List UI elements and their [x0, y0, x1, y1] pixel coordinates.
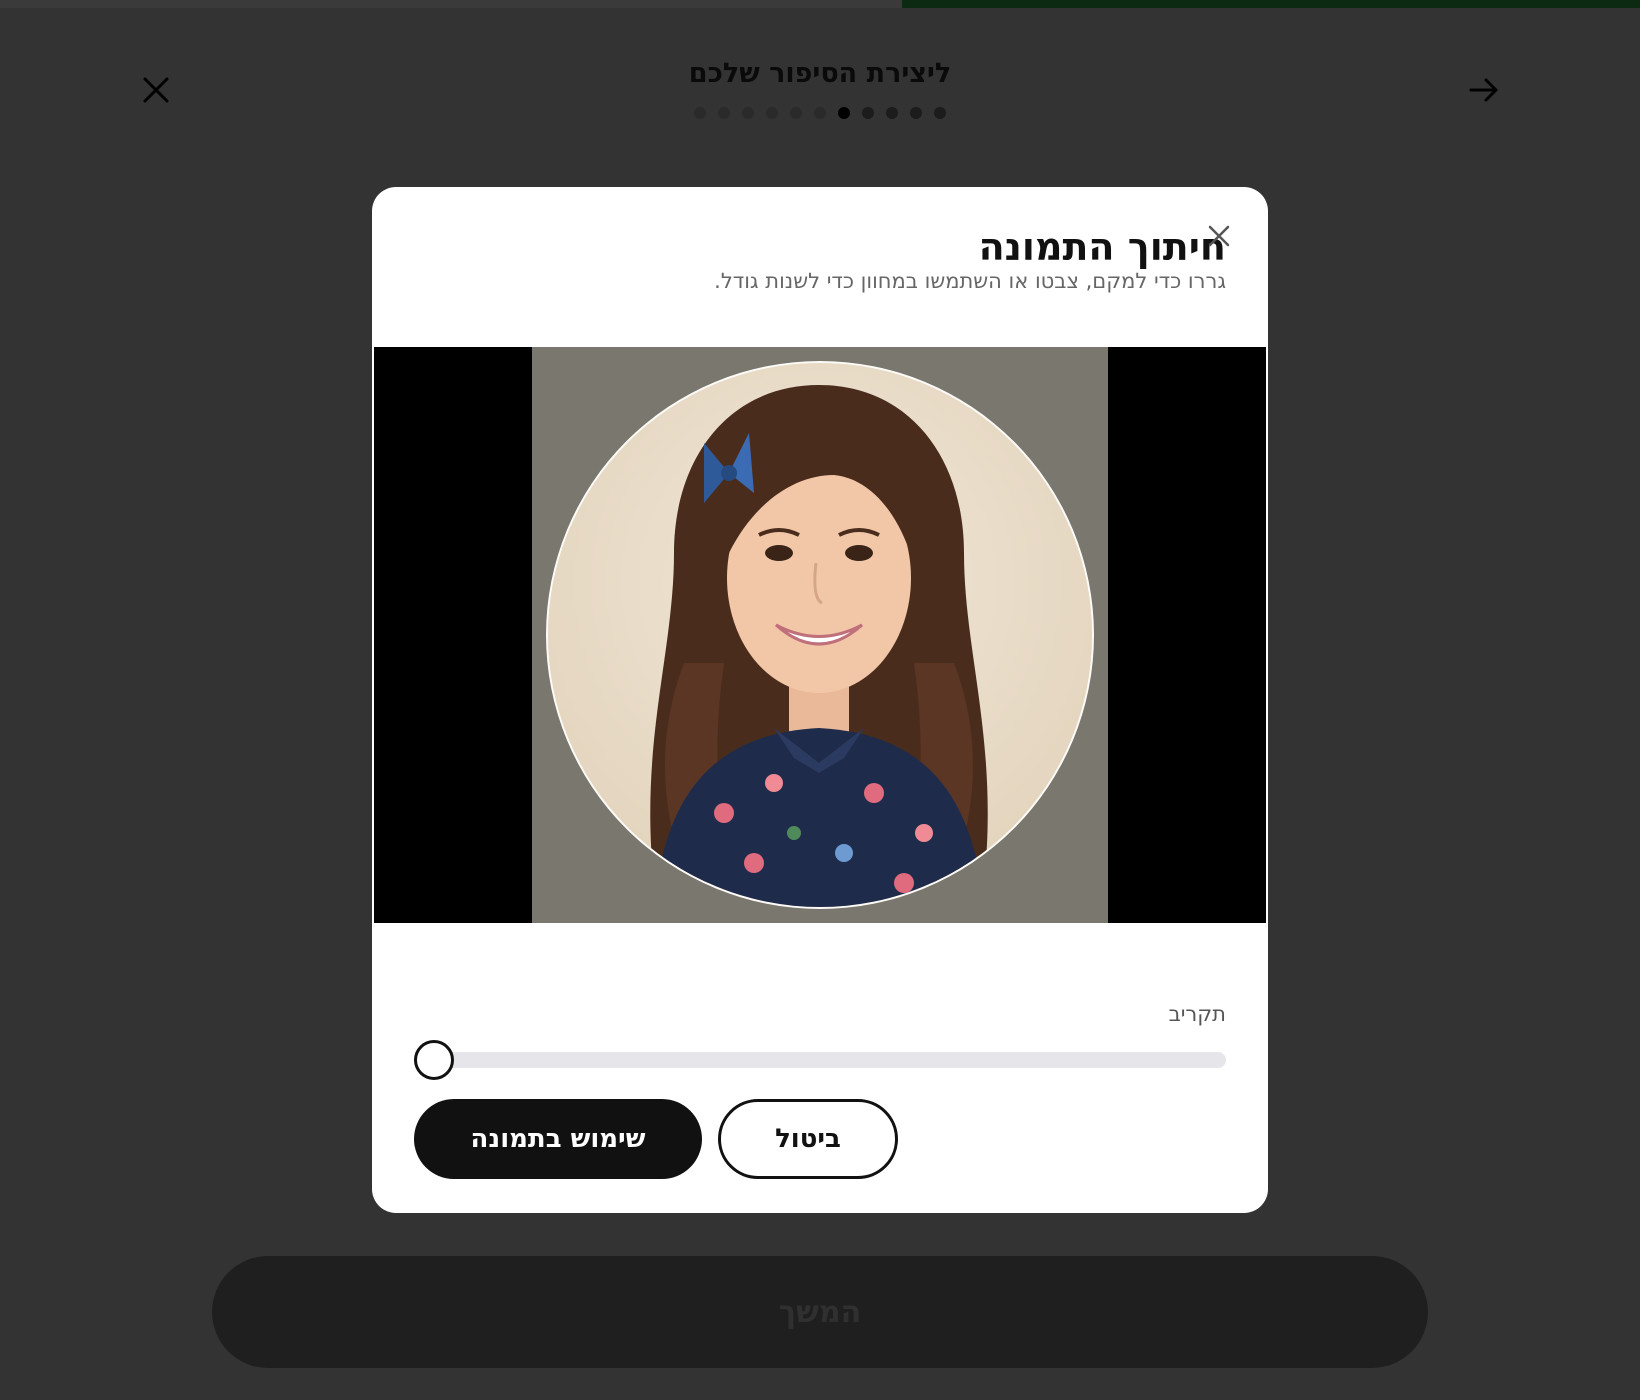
- portrait-image: [548, 363, 1092, 907]
- zoom-slider[interactable]: [414, 1040, 1226, 1080]
- step-dot: [862, 107, 874, 119]
- zoom-label: תקריב: [1168, 1002, 1226, 1026]
- dialog-subtitle: גררו כדי למקם, צבטו או השתמשו במחוון כדי…: [714, 269, 1226, 293]
- step-dot: [934, 107, 946, 119]
- step-dot: [766, 107, 778, 119]
- step-dot: [694, 107, 706, 119]
- step-dot: [838, 107, 850, 119]
- cancel-button[interactable]: ביטול: [718, 1099, 898, 1179]
- progress-bar: [0, 0, 1640, 8]
- profile-photo[interactable]: [532, 347, 1108, 923]
- arrow-right-icon[interactable]: [1464, 70, 1504, 110]
- step-indicator: [0, 107, 1640, 119]
- crop-circle[interactable]: [546, 361, 1094, 909]
- crop-area[interactable]: [374, 347, 1266, 923]
- use-photo-button[interactable]: שימוש בתמונה: [414, 1099, 702, 1179]
- close-icon[interactable]: [1204, 221, 1234, 251]
- step-dot: [886, 107, 898, 119]
- crop-dialog: חיתוך התמונה גררו כדי למקם, צבטו או השתמ…: [372, 187, 1268, 1213]
- dialog-title: חיתוך התמונה: [978, 225, 1226, 269]
- page-title: ליצירת הסיפור שלכם: [688, 58, 952, 89]
- step-dot: [814, 107, 826, 119]
- step-dot: [742, 107, 754, 119]
- continue-button[interactable]: המשך: [212, 1256, 1428, 1368]
- step-dot: [790, 107, 802, 119]
- step-dot: [910, 107, 922, 119]
- step-dot: [718, 107, 730, 119]
- zoom-slider-thumb[interactable]: [414, 1040, 454, 1080]
- progress-bar-fill: [902, 0, 1640, 8]
